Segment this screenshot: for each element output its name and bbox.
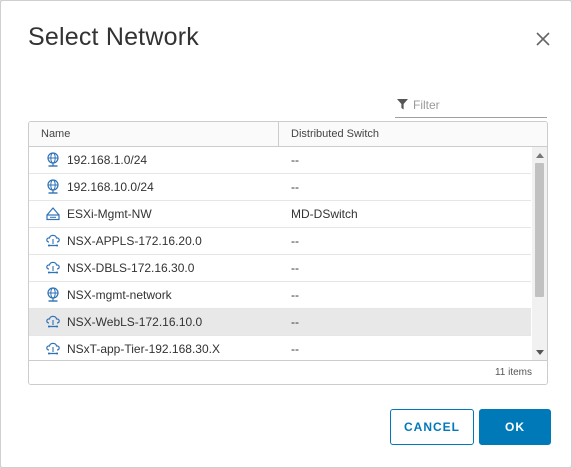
- table-row[interactable]: NSX-mgmt-network --: [29, 282, 531, 309]
- network-name: NSX-mgmt-network: [67, 288, 172, 302]
- select-network-dialog: Select Network Name Distributed Switch 1…: [0, 0, 572, 468]
- nsx-segment-icon: [45, 233, 61, 249]
- network-name: 192.168.1.0/24: [67, 153, 148, 167]
- column-header-name[interactable]: Name: [41, 122, 70, 146]
- dialog-title: Select Network: [28, 23, 199, 51]
- distributed-portgroup-icon: [45, 206, 61, 222]
- filter-input[interactable]: [413, 95, 543, 115]
- distributed-switch-value: --: [291, 153, 299, 167]
- table-row[interactable]: NSX-WebLS-172.16.10.0 --: [29, 309, 531, 336]
- scroll-down-icon[interactable]: [536, 350, 544, 355]
- nsx-segment-icon: [45, 314, 61, 330]
- filter-box: [395, 95, 547, 118]
- network-name: ESXi-Mgmt-NW: [67, 207, 152, 221]
- column-header-distributed-switch[interactable]: Distributed Switch: [291, 122, 379, 146]
- network-name: NSX-APPLS-172.16.20.0: [67, 234, 202, 248]
- network-globe-icon: [45, 287, 61, 303]
- ok-button[interactable]: OK: [479, 409, 551, 445]
- distributed-switch-value: --: [291, 315, 299, 329]
- table-row[interactable]: 192.168.1.0/24 --: [29, 147, 531, 174]
- network-name: 192.168.10.0/24: [67, 180, 154, 194]
- filter-icon: [397, 99, 408, 110]
- network-name: NSxT-app-Tier-192.168.30.X: [67, 342, 220, 356]
- distributed-switch-value: --: [291, 288, 299, 302]
- distributed-switch-value: MD-DSwitch: [291, 207, 358, 221]
- network-globe-icon: [45, 152, 61, 168]
- network-globe-icon: [45, 179, 61, 195]
- network-name: NSX-DBLS-172.16.30.0: [67, 261, 195, 275]
- close-icon[interactable]: [532, 28, 554, 50]
- table-row[interactable]: NSxT-app-Tier-192.168.30.X --: [29, 336, 531, 360]
- distributed-switch-value: --: [291, 261, 299, 275]
- table-header: Name Distributed Switch: [29, 122, 547, 147]
- scroll-up-icon[interactable]: [536, 153, 544, 158]
- nsx-segment-icon: [45, 341, 61, 357]
- distributed-switch-value: --: [291, 234, 299, 248]
- table-row[interactable]: NSX-DBLS-172.16.30.0 --: [29, 255, 531, 282]
- cancel-button[interactable]: CANCEL: [390, 409, 474, 445]
- table-row[interactable]: 192.168.10.0/24 --: [29, 174, 531, 201]
- distributed-switch-value: --: [291, 342, 299, 356]
- item-count: 11 items: [494, 367, 532, 378]
- scroll-thumb[interactable]: [535, 163, 544, 297]
- nsx-segment-icon: [45, 260, 61, 276]
- table-row[interactable]: NSX-APPLS-172.16.20.0 --: [29, 228, 531, 255]
- vertical-scrollbar[interactable]: [532, 147, 547, 360]
- network-table: Name Distributed Switch 192.168.1.0/24 --…: [28, 121, 548, 385]
- table-body: 192.168.1.0/24 -- 192.168.10.0/24 -- ESXi-Mg…: [29, 147, 531, 360]
- distributed-switch-value: --: [291, 180, 299, 194]
- table-footer: 11 items: [29, 360, 547, 384]
- table-row[interactable]: ESXi-Mgmt-NW MD-DSwitch: [29, 201, 531, 228]
- column-divider[interactable]: [278, 122, 279, 146]
- network-name: NSX-WebLS-172.16.10.0: [67, 315, 203, 329]
